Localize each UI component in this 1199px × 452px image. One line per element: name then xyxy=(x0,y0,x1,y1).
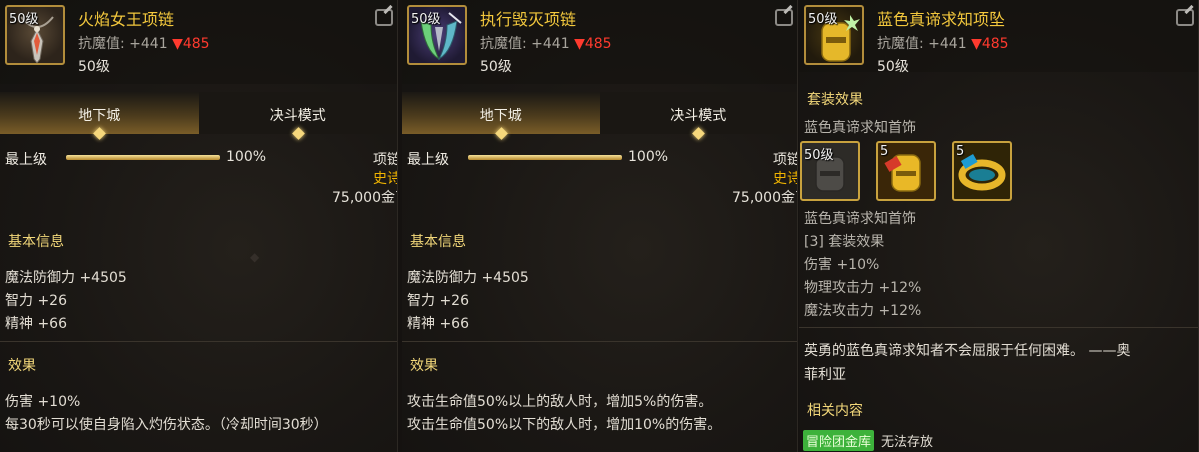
set-effect-header: [3] 套装效果 xyxy=(804,234,885,250)
item-header: 50级 执行毁灭项链 抗魔值: +441 ▼485 50级 xyxy=(402,0,797,84)
item-icon: 50级 xyxy=(407,5,467,65)
item-tooltip-doom-necklace: 50级 执行毁灭项链 抗魔值: +441 ▼485 50级 地下城 决斗模式 最… xyxy=(402,0,798,452)
set-effect-title: 套装效果 xyxy=(807,92,863,108)
level-badge: 5 xyxy=(956,144,965,159)
item-icon: 50级 xyxy=(5,5,65,65)
magic-resistance-down: ▼485 xyxy=(971,36,1009,52)
tab-dungeon[interactable]: 地下城 xyxy=(0,92,199,140)
slot-type: 项链 xyxy=(773,152,797,168)
item-level: 50级 xyxy=(480,59,512,75)
divider xyxy=(0,341,397,342)
divider xyxy=(402,341,797,342)
magic-resistance-down: ▼485 xyxy=(172,36,210,52)
basic-info-title: 基本信息 xyxy=(410,234,466,250)
stat-line: 智力 +26 xyxy=(407,293,469,309)
tab-duel-mode[interactable]: 决斗模式 xyxy=(599,92,797,140)
divider xyxy=(799,327,1198,328)
diamond-icon xyxy=(291,127,305,140)
item-level: 50级 xyxy=(877,59,909,75)
level-progress-bar xyxy=(468,155,622,160)
item-title: 蓝色真谛求知项坠 xyxy=(877,10,1006,29)
edit-icon[interactable] xyxy=(1176,9,1194,26)
effect-line: 攻击生命值50%以上的敌人时，增加5%的伤害。 xyxy=(407,394,713,410)
set-effect-line: 魔法攻击力 +12% xyxy=(804,303,922,319)
level-badge: 50级 xyxy=(804,148,834,163)
basic-info-title: 基本信息 xyxy=(8,234,64,250)
mode-tabs: 地下城 决斗模式 xyxy=(402,92,797,140)
level-progress-value: 100% xyxy=(628,149,669,165)
tab-duel-mode[interactable]: 决斗模式 xyxy=(198,92,397,140)
effects-title: 效果 xyxy=(8,358,36,374)
effect-line: 伤害 +10% xyxy=(5,394,81,410)
level-progress-value: 100% xyxy=(226,149,267,165)
item-header: 50级 蓝色真谛求知项坠 抗魔值: +441 ▼485 50级 xyxy=(799,0,1198,75)
set-item-pendant[interactable]: 5 xyxy=(876,141,936,201)
set-item-ring[interactable]: 5 xyxy=(952,141,1012,201)
set-name: 蓝色真谛求知首饰 xyxy=(804,211,916,227)
effect-line: 每30秒可以使自身陷入灼伤状态。（冷却时间30秒） xyxy=(5,417,328,433)
adventure-vault-tag: 冒险团金库 xyxy=(803,430,875,451)
magic-resistance: 抗魔值: +441 ▼485 xyxy=(78,36,210,52)
edit-icon[interactable] xyxy=(775,9,793,26)
related-note: 无法存放 xyxy=(881,435,934,450)
effects-title: 效果 xyxy=(410,358,438,374)
item-title: 执行毁灭项链 xyxy=(480,10,577,29)
flavor-text: 菲利亚 xyxy=(804,367,846,383)
price: 75,000金币 xyxy=(332,190,397,206)
stat-line: 魔法防御力 +4505 xyxy=(5,270,127,286)
price: 75,000金币 xyxy=(732,190,797,206)
magic-resistance: 抗魔值: +441 ▼485 xyxy=(877,36,1009,52)
set-effect-line: 伤害 +10% xyxy=(804,257,880,273)
stat-line: 精神 +66 xyxy=(5,316,67,332)
edit-icon[interactable] xyxy=(375,9,393,26)
set-effect-line: 物理攻击力 +12% xyxy=(804,280,922,296)
stat-line: 精神 +66 xyxy=(407,316,469,332)
max-level-label: 最上级 xyxy=(407,152,449,168)
rarity: 史诗 xyxy=(773,171,797,187)
diamond-icon xyxy=(692,127,706,140)
tab-dungeon[interactable]: 地下城 xyxy=(402,92,600,140)
max-level-label: 最上级 xyxy=(5,152,47,168)
item-icon: 50级 xyxy=(804,5,864,65)
set-item-bracelet[interactable]: 50级 xyxy=(800,141,860,201)
level-badge: 5 xyxy=(880,144,889,159)
level-badge: 50级 xyxy=(411,12,441,27)
magic-resistance-down: ▼485 xyxy=(574,36,612,52)
slot-type: 项链 xyxy=(373,152,397,168)
stat-line: 魔法防御力 +4505 xyxy=(407,270,529,286)
level-progress-bar xyxy=(66,155,220,160)
flavor-text: 英勇的蓝色真谛求知者不会屈服于任何困难。 ——奥 xyxy=(804,343,1131,359)
item-title: 火焰女王项链 xyxy=(78,10,175,29)
magic-resistance: 抗魔值: +441 ▼485 xyxy=(480,36,612,52)
level-badge: 50级 xyxy=(808,12,838,27)
item-tooltip-flame-queen-necklace: ◆ 50级 火焰女王项链 抗魔值: +441 ▼485 50级 地下城 决斗模式 xyxy=(0,0,398,452)
mode-tabs: 地下城 决斗模式 xyxy=(0,92,397,140)
diamond-icon xyxy=(93,127,107,140)
level-badge: 50级 xyxy=(9,12,39,27)
rarity: 史诗 xyxy=(373,171,397,187)
set-name: 蓝色真谛求知首饰 xyxy=(804,120,916,136)
item-level: 50级 xyxy=(78,59,110,75)
stat-line: 智力 +26 xyxy=(5,293,67,309)
item-header: 50级 火焰女王项链 抗魔值: +441 ▼485 50级 xyxy=(0,0,397,84)
diamond-icon xyxy=(494,127,508,140)
related-title: 相关内容 xyxy=(807,403,863,419)
effect-line: 攻击生命值50%以下的敌人时，增加10%的伤害。 xyxy=(407,417,722,433)
item-tooltip-blue-truth-pendant: 50级 蓝色真谛求知项坠 抗魔值: +441 ▼485 50级 套装效果 蓝色真… xyxy=(799,0,1199,452)
